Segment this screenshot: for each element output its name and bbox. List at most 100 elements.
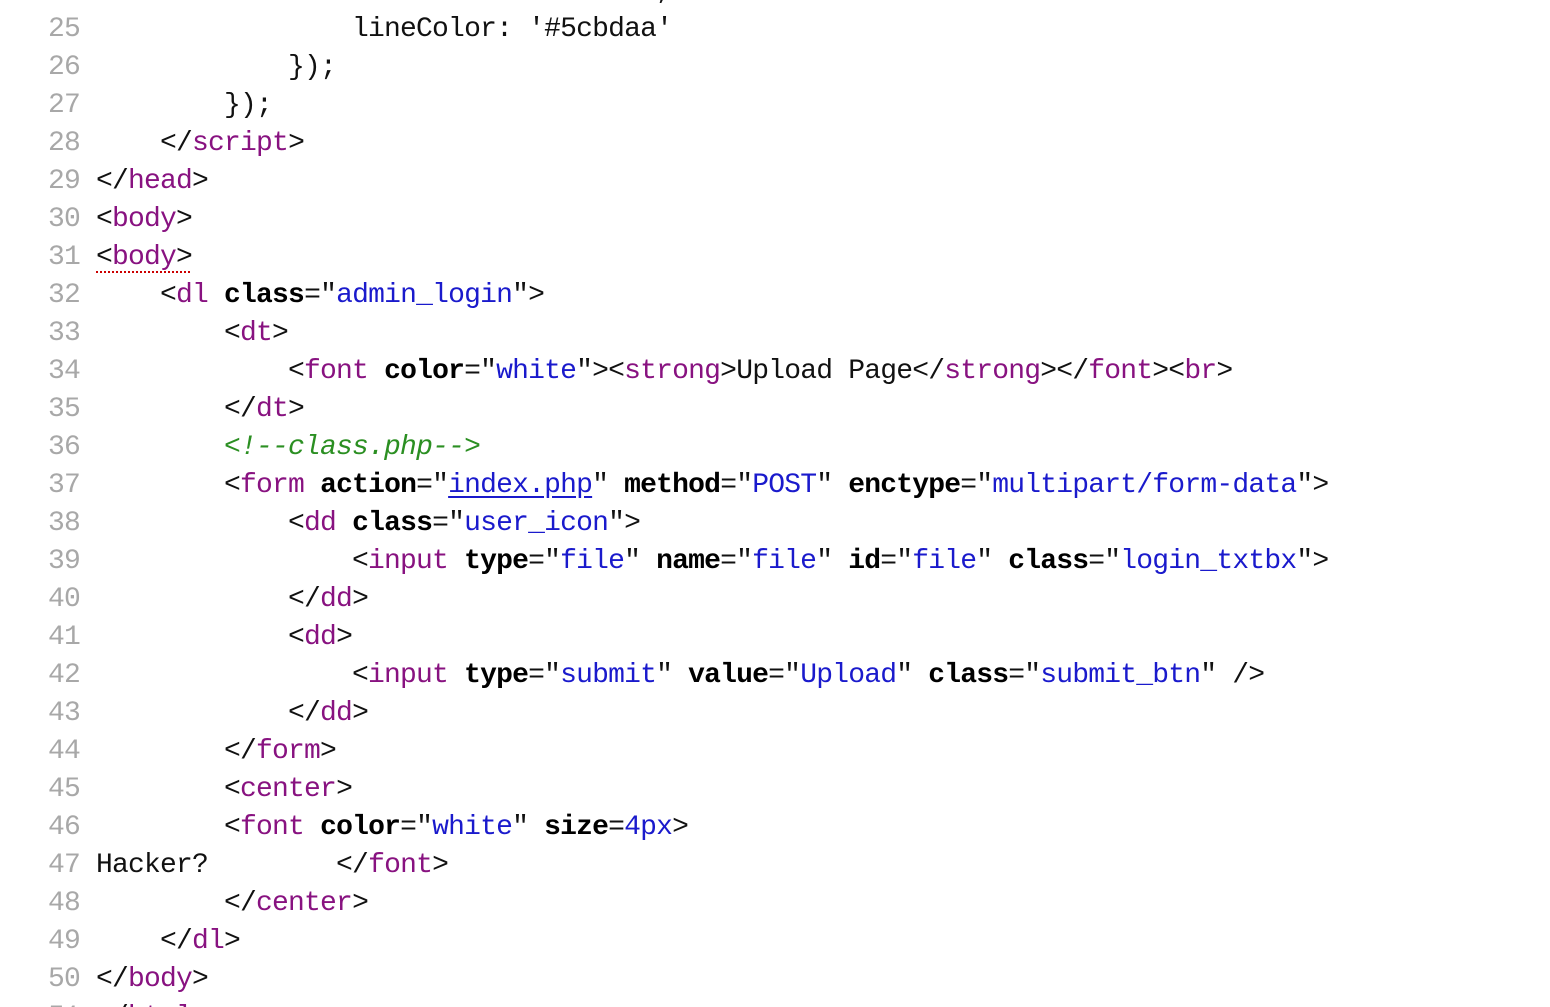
markup-punctuation: >	[176, 242, 193, 273]
tag-name: dt	[256, 394, 289, 425]
markup-punctuation: </	[208, 850, 369, 881]
line-number: 28	[47, 128, 81, 159]
code-line: 51 </html>	[0, 999, 1550, 1007]
attribute-name: size	[544, 812, 609, 843]
markup-punctuation: ="	[528, 660, 561, 691]
markup-punctuation: >	[176, 204, 193, 235]
line-number: 45	[47, 774, 81, 805]
markup-punctuation: >	[336, 774, 353, 805]
tag-name: center	[240, 774, 337, 805]
markup-punctuation: ="	[880, 546, 913, 577]
line-number: 37	[47, 470, 81, 501]
tag-name: br	[1184, 356, 1217, 387]
text-content: Hacker?	[96, 850, 209, 881]
code-line: 46 <font color="white" size=4px>	[0, 809, 1550, 847]
code-line: 30 <body>	[0, 201, 1550, 239]
markup-punctuation: ">	[608, 508, 641, 539]
markup-punctuation: <	[96, 508, 305, 539]
attribute-value: user_icon	[464, 508, 609, 539]
code-line: 37 <form action="index.php" method="POST…	[0, 467, 1550, 505]
source-code: 24 dotColor: '#5cbdaa',25 lineColor: '#5…	[0, 0, 1550, 1007]
line-number: 32	[47, 280, 81, 311]
markup-punctuation: ="	[528, 546, 561, 577]
attribute-name: value	[688, 660, 769, 691]
attribute-value: submit	[560, 660, 657, 691]
markup-punctuation: "	[816, 470, 849, 501]
code-line: 41 <dd>	[0, 619, 1550, 657]
markup-punctuation: ">	[1296, 546, 1329, 577]
markup-punctuation: <	[96, 660, 369, 691]
line-number: 44	[47, 736, 81, 767]
markup-punctuation: >	[192, 166, 209, 197]
tag-name: script	[192, 128, 289, 159]
source-viewer: 24 dotColor: '#5cbdaa',25 lineColor: '#5…	[0, 0, 1550, 1007]
tag-name: font	[240, 812, 305, 843]
line-number: 41	[47, 622, 81, 653]
text-content: dotColor: '#5cbdaa',	[96, 0, 673, 7]
tag-name: input	[368, 546, 449, 577]
attribute-name: class	[1008, 546, 1089, 577]
line-number: 30	[47, 204, 81, 235]
markup-punctuation: "><	[576, 356, 625, 387]
markup-punctuation	[304, 812, 320, 843]
tag-name: font	[304, 356, 369, 387]
line-number: 49	[47, 926, 81, 957]
tag-name: dd	[304, 508, 337, 539]
code-line: 35 </dt>	[0, 391, 1550, 429]
markup-punctuation: <	[96, 774, 241, 805]
markup-punctuation: >	[432, 850, 449, 881]
markup-punctuation: </	[96, 888, 257, 919]
markup-punctuation: </	[96, 584, 321, 615]
code-line: 44 </form>	[0, 733, 1550, 771]
line-number: 27	[47, 90, 81, 121]
markup-punctuation: >	[352, 888, 369, 919]
tag-name: form	[240, 470, 305, 501]
tag-name: font	[1088, 356, 1153, 387]
code-line: 38 <dd class="user_icon">	[0, 505, 1550, 543]
tag-name: body	[112, 242, 177, 273]
line-number: 47	[47, 850, 81, 881]
attribute-name: action	[320, 470, 417, 501]
markup-punctuation: >	[352, 698, 369, 729]
attribute-name: id	[848, 546, 881, 577]
markup-punctuation: <	[96, 318, 241, 349]
markup-punctuation: ="	[432, 508, 465, 539]
markup-punctuation: </	[96, 736, 257, 767]
markup-punctuation: ="	[400, 812, 433, 843]
code-line: 45 <center>	[0, 771, 1550, 809]
line-number: 43	[47, 698, 81, 729]
markup-punctuation: >	[352, 584, 369, 615]
code-line: 43 </dd>	[0, 695, 1550, 733]
attribute-link[interactable]: index.php	[448, 470, 593, 501]
markup-punctuation: =	[608, 812, 625, 843]
markup-punctuation: >	[288, 128, 305, 159]
markup-punctuation: >	[720, 356, 737, 387]
tag-name: html	[128, 1002, 193, 1007]
tag-name: strong	[624, 356, 721, 387]
tag-name: head	[128, 166, 193, 197]
attribute-name: class	[224, 280, 305, 311]
markup-punctuation: >	[288, 394, 305, 425]
line-number: 48	[47, 888, 81, 919]
code-line: 25 lineColor: '#5cbdaa'	[0, 11, 1550, 49]
markup-punctuation: >	[672, 812, 689, 843]
tag-name: body	[112, 204, 177, 235]
markup-punctuation: <	[96, 204, 113, 235]
markup-punctuation: ="	[304, 280, 337, 311]
markup-punctuation	[448, 546, 464, 577]
attribute-name: color	[320, 812, 401, 843]
code-line: 26 });	[0, 49, 1550, 87]
markup-punctuation	[96, 432, 224, 463]
markup-punctuation: ></	[1040, 356, 1089, 387]
markup-punctuation: >	[224, 926, 241, 957]
tag-name: strong	[944, 356, 1041, 387]
line-number: 36	[47, 432, 81, 463]
markup-punctuation: ="	[720, 470, 753, 501]
line-number: 33	[47, 318, 81, 349]
code-line: 48 </center>	[0, 885, 1550, 923]
line-number: 25	[47, 14, 81, 45]
text-content: Upload Page	[736, 356, 913, 387]
markup-punctuation: ="	[416, 470, 449, 501]
markup-punctuation	[336, 508, 352, 539]
line-number: 46	[47, 812, 81, 843]
